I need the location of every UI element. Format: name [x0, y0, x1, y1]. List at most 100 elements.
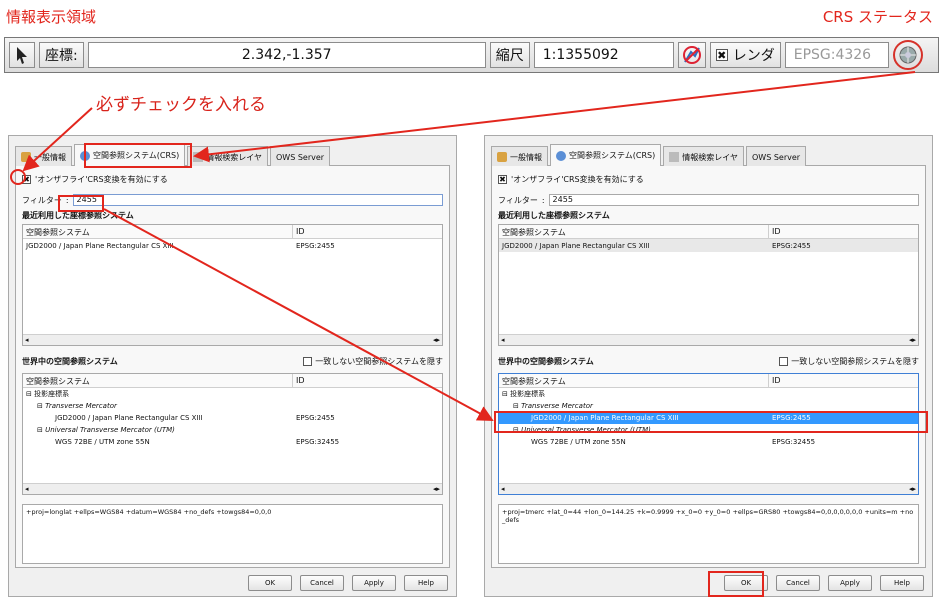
tree-label: WGS 72BE / UTM zone 55N	[531, 438, 626, 446]
highlight-selected-crs	[494, 411, 928, 433]
cancel-button[interactable]: Cancel	[300, 575, 344, 591]
identify-icon	[193, 152, 204, 162]
scale-field[interactable]: 1:1355092	[533, 42, 674, 68]
coordinate-field[interactable]: 2.342,-1.357	[87, 42, 486, 68]
hide-deprecated-checkbox[interactable]: 一致しない空間参照システムを隠す	[303, 356, 443, 367]
tab-identify-layers[interactable]: 情報検索レイヤ	[187, 146, 268, 167]
qgis-status-bar: 座標: 2.342,-1.357 縮尺 1:1355092 ✖ レンダ EPSG…	[4, 37, 939, 73]
recent-row-id: EPSG:2455	[296, 241, 335, 250]
stop-render-icon	[682, 46, 701, 64]
dialog-button-bar: OK Cancel Apply Help	[248, 575, 448, 591]
horizontal-scrollbar[interactable]: ◂ ◂▸	[499, 483, 918, 494]
table-row[interactable]: JGD2000 / Japan Plane Rectangular CS XII…	[499, 239, 918, 252]
collapse-icon[interactable]: ⊟	[502, 390, 510, 398]
tree-item[interactable]: JGD2000 / Japan Plane Rectangular CS XII…	[23, 412, 442, 424]
world-crs-table[interactable]: 空間参照システム ID ⊟ 投影座標系 ⊟ Transverse Mercato…	[22, 373, 443, 495]
wrench-icon	[497, 152, 507, 162]
filter-label: フィルター	[22, 195, 62, 205]
horizontal-scrollbar[interactable]: ◂ ◂▸	[499, 334, 918, 345]
tab-ows-server[interactable]: OWS Server	[270, 146, 331, 167]
crs-status-button[interactable]	[892, 40, 923, 70]
scale-label: 縮尺	[489, 42, 530, 68]
tab-ows-label: OWS Server	[276, 152, 325, 162]
crs-panel: ✖ 'オンザフライ'CRS変換を有効にする フィルター : 2455 最近利用し…	[15, 166, 450, 568]
recent-col-id[interactable]: ID	[769, 225, 918, 238]
dialog-tabs: 一般情報 空間参照システム(CRS) 情報検索レイヤ OWS Server	[491, 144, 926, 167]
recent-crs-table[interactable]: 空間参照システム ID JGD2000 / Japan Plane Rectan…	[22, 224, 443, 346]
recent-col-crs[interactable]: 空間参照システム	[499, 225, 769, 238]
proj-params-box: +proj=longlat +ellps=WGS84 +datum=WGS84 …	[22, 504, 443, 564]
recent-col-crs[interactable]: 空間参照システム	[23, 225, 293, 238]
tab-general[interactable]: 一般情報	[491, 146, 548, 167]
recent-crs-table[interactable]: 空間参照システム ID JGD2000 / Japan Plane Rectan…	[498, 224, 919, 346]
highlight-crs-tab	[84, 143, 192, 168]
tree-item[interactable]: ⊟ Universal Transverse Mercator (UTM)	[23, 424, 442, 436]
tab-identify-label: 情報検索レイヤ	[682, 152, 738, 162]
filter-input[interactable]: 2455	[548, 194, 919, 206]
hide-check-box[interactable]	[779, 357, 789, 366]
tree-label: 投影座標系	[510, 390, 546, 398]
recent-row-id: EPSG:2455	[772, 241, 811, 250]
highlight-ok-button	[708, 571, 764, 597]
tab-crs[interactable]: 空間参照システム(CRS)	[550, 144, 662, 166]
recent-col-id[interactable]: ID	[293, 225, 442, 238]
otf-checkbox-row[interactable]: ✖ 'オンザフライ'CRS変換を有効にする	[22, 174, 168, 185]
tree-label: Universal Transverse Mercator (UTM)	[45, 426, 175, 434]
tree-item[interactable]: ⊟ Transverse Mercator	[23, 400, 442, 412]
epsg-indicator[interactable]: EPSG:4326	[784, 42, 889, 68]
hide-deprecated-checkbox[interactable]: 一致しない空間参照システムを隠す	[779, 356, 919, 367]
apply-button[interactable]: Apply	[352, 575, 396, 591]
coordinate-toggle-button[interactable]	[9, 42, 35, 68]
help-button[interactable]: Help	[880, 575, 924, 591]
ok-button[interactable]: OK	[248, 575, 292, 591]
tree-id: EPSG:32455	[772, 438, 816, 446]
tree-item[interactable]: WGS 72BE / UTM zone 55N EPSG:32455	[23, 436, 442, 448]
tree-item[interactable]: ⊟ 投影座標系	[23, 388, 442, 400]
filter-label: フィルター	[498, 195, 538, 205]
tab-ows-label: OWS Server	[752, 152, 801, 162]
highlight-filter	[58, 195, 104, 212]
filter-input[interactable]: 2455	[72, 194, 443, 206]
layer-properties-dialog-right: 一般情報 空間参照システム(CRS) 情報検索レイヤ OWS Server ✖ …	[484, 135, 933, 597]
table-row[interactable]: JGD2000 / Japan Plane Rectangular CS XII…	[23, 239, 442, 252]
filter-row: フィルター : 2455	[498, 194, 919, 206]
tree-item[interactable]: ⊟ 投影座標系	[499, 388, 918, 400]
collapse-icon[interactable]: ⊟	[26, 390, 34, 398]
annotation-must-check: 必ずチェックを入れる	[96, 95, 266, 115]
render-label: レンダ	[732, 48, 775, 64]
world-col-id[interactable]: ID	[769, 374, 918, 387]
world-col-crs[interactable]: 空間参照システム	[23, 374, 293, 387]
dialog-tabs: 一般情報 空間参照システム(CRS) 情報検索レイヤ OWS Server	[15, 144, 450, 167]
world-crs-table[interactable]: 空間参照システム ID ⊟ 投影座標系 ⊟ Transverse Mercato…	[498, 373, 919, 495]
mouse-pointer-icon	[17, 47, 27, 64]
render-check-icon: ✖	[715, 49, 728, 62]
cancel-button[interactable]: Cancel	[776, 575, 820, 591]
otf-checkbox-row[interactable]: ✖ 'オンザフライ'CRS変換を有効にする	[498, 174, 644, 185]
recent-crs-title: 最近利用した座標参照システム	[498, 211, 610, 220]
horizontal-scrollbar[interactable]: ◂ ◂▸	[23, 334, 442, 345]
collapse-icon[interactable]: ⊟	[513, 402, 521, 410]
annotation-info-area: 情報表示領域	[6, 8, 97, 26]
tab-identify-label: 情報検索レイヤ	[206, 152, 262, 162]
crs-panel: ✖ 'オンザフライ'CRS変換を有効にする フィルター : 2455 最近利用し…	[491, 166, 926, 568]
apply-button[interactable]: Apply	[828, 575, 872, 591]
horizontal-scrollbar[interactable]: ◂ ◂▸	[23, 483, 442, 494]
help-button[interactable]: Help	[404, 575, 448, 591]
render-checkbox[interactable]: ✖ レンダ	[709, 42, 781, 68]
world-col-crs[interactable]: 空間参照システム	[499, 374, 769, 387]
collapse-icon[interactable]: ⊟	[37, 426, 45, 434]
tab-identify-layers[interactable]: 情報検索レイヤ	[663, 146, 744, 167]
tab-general-label: 一般情報	[34, 152, 66, 162]
collapse-icon[interactable]: ⊟	[37, 402, 45, 410]
otf-checkbox-label: 'オンザフライ'CRS変換を有効にする	[511, 175, 644, 184]
hide-check-box[interactable]	[303, 357, 313, 366]
tab-ows-server[interactable]: OWS Server	[746, 146, 807, 167]
otf-checkbox[interactable]: ✖	[498, 175, 507, 184]
tab-general[interactable]: 一般情報	[15, 146, 72, 167]
highlight-otf-checkbox	[10, 169, 26, 185]
proj-params-box: +proj=tmerc +lat_0=44 +lon_0=144.25 +k=0…	[498, 504, 919, 564]
recent-row-name: JGD2000 / Japan Plane Rectangular CS XII…	[502, 241, 650, 250]
stop-render-button[interactable]	[677, 42, 706, 68]
tree-item[interactable]: WGS 72BE / UTM zone 55N EPSG:32455	[499, 436, 918, 448]
world-col-id[interactable]: ID	[293, 374, 442, 387]
